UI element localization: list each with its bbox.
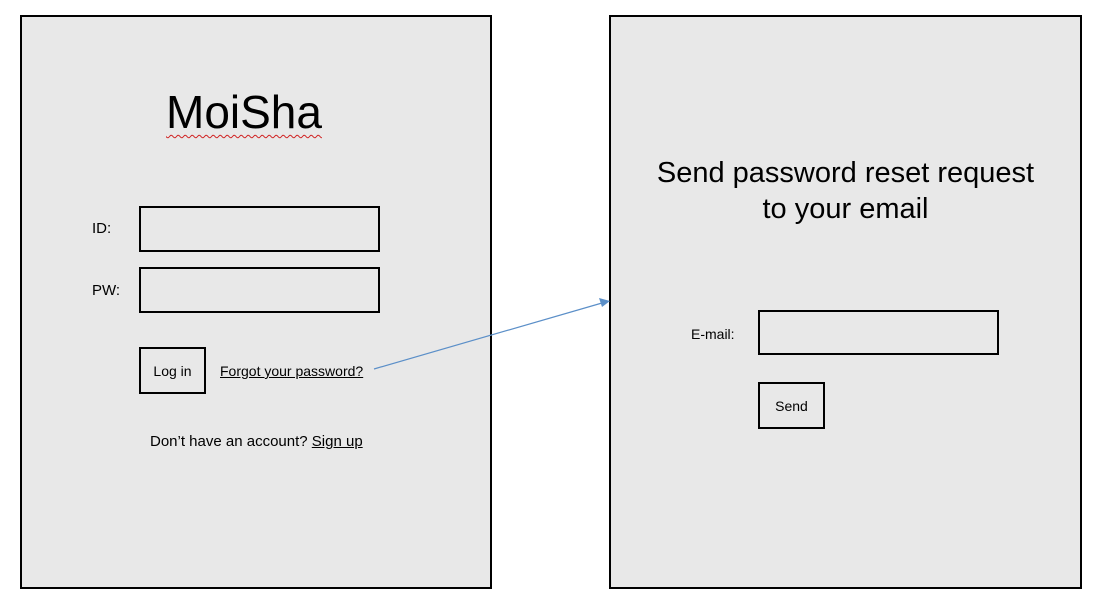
password-reset-screen: Send password reset request to your emai… [609,15,1082,589]
reset-title: Send password reset request to your emai… [611,155,1080,227]
reset-title-line-1: Send password reset request [656,157,1035,189]
email-input[interactable] [758,310,999,355]
forgot-password-link[interactable]: Forgot your password? [220,363,363,380]
login-button[interactable]: Log in [139,347,206,394]
id-input[interactable] [139,206,380,252]
email-label: E-mail: [691,326,735,342]
id-label: ID: [92,220,112,237]
signup-line: Don’t have an account? Sign up [150,433,363,451]
signup-link[interactable]: Sign up [312,433,363,450]
reset-title-line-2: to your email [762,193,929,225]
password-input[interactable] [139,267,380,313]
send-button[interactable]: Send [758,382,825,429]
signup-prompt: Don’t have an account? [150,433,308,450]
pw-label: PW: [92,282,121,299]
login-screen: MoiSha ID: PW: Log in Forgot your passwo… [20,15,492,589]
app-title: MoiSha [166,86,322,138]
